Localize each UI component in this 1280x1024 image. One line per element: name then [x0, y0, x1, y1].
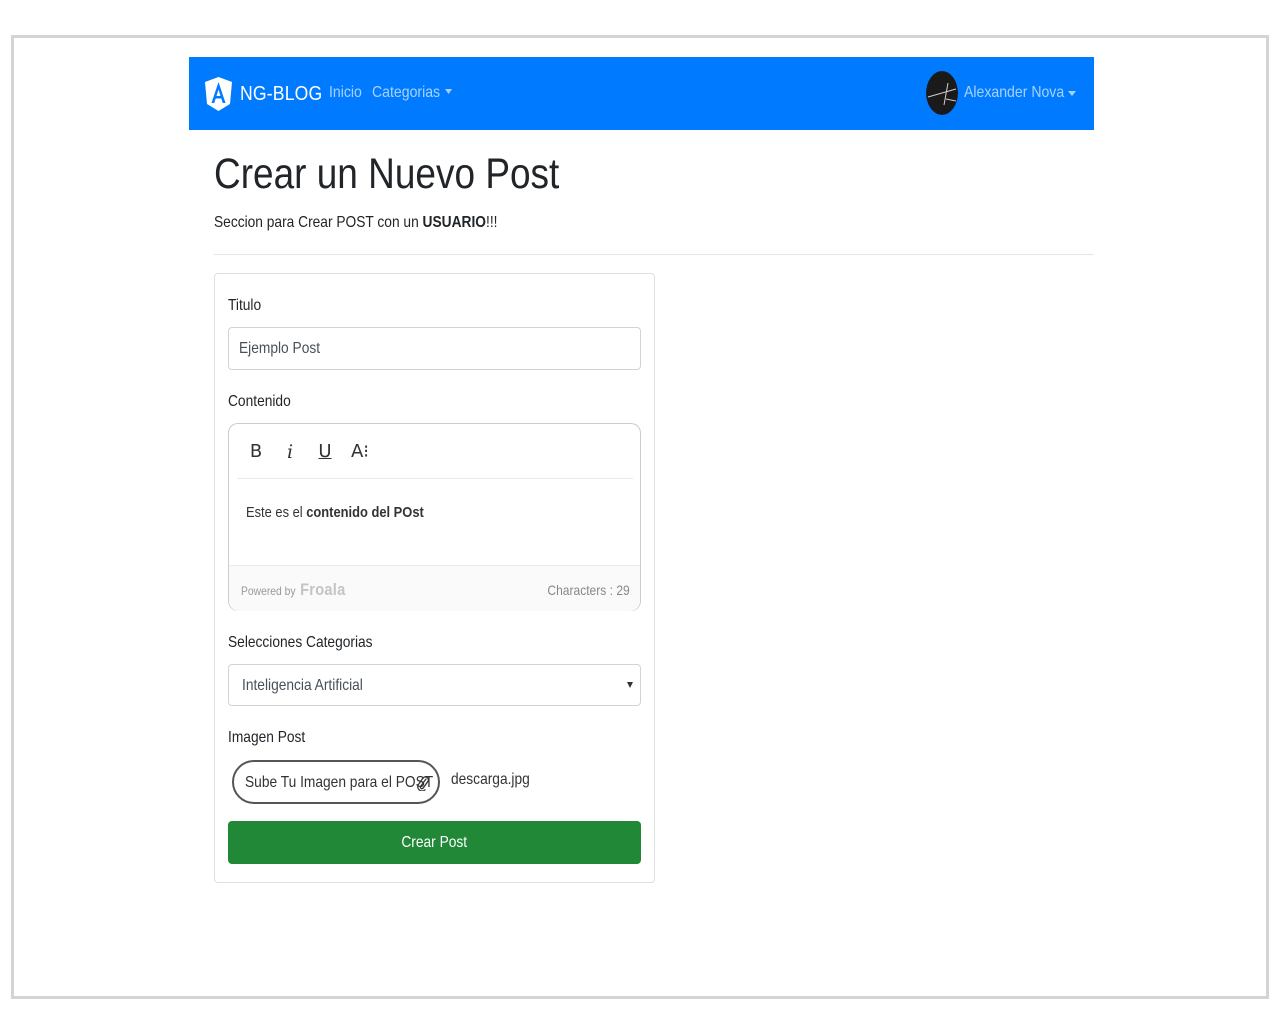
editor-toolbar: B i U A⁝	[237, 424, 633, 479]
chevron-down-icon	[1068, 90, 1076, 96]
nav-link-categorias[interactable]: Categorias	[372, 84, 453, 102]
create-post-button[interactable]: Crear Post	[228, 821, 641, 864]
powered-by-text: Powered by	[241, 584, 296, 598]
category-select-value: Inteligencia Artificial	[242, 677, 363, 694]
rich-text-editor: B i U A⁝ Este es el contenido del POst P…	[228, 423, 641, 611]
navbar: NG-BLOG Inicio Categorias Alexander Nova	[189, 57, 1094, 130]
title-input-value: Ejemplo Post	[239, 340, 321, 357]
title-input[interactable]: Ejemplo Post	[228, 327, 641, 370]
editor-content-prefix: Este es el	[246, 504, 307, 521]
paperclip-icon	[417, 776, 429, 791]
title-label: Titulo	[228, 297, 262, 314]
brand-link[interactable]: NG-BLOG	[205, 77, 334, 111]
editor-content-bold: contenido del POst	[306, 504, 424, 521]
character-count-text: Characters : 29	[547, 582, 630, 598]
subtitle-prefix: Seccion para Crear POST con un	[214, 214, 423, 231]
subtitle-bold: USUARIO	[422, 214, 487, 231]
upload-button-label: Sube Tu Imagen para el POST	[245, 774, 434, 791]
category-label: Selecciones Categorias	[228, 634, 373, 651]
brand-name: NG-BLOG	[240, 82, 323, 105]
character-count: Characters : 29	[534, 582, 630, 598]
user-name: Alexander Nova	[964, 84, 1065, 101]
upload-image-button[interactable]: Sube Tu Imagen para el POST	[232, 760, 440, 804]
create-post-label: Crear Post	[401, 834, 468, 851]
selected-file-name: descarga.jpg	[451, 771, 530, 788]
italic-button[interactable]: i	[278, 440, 302, 464]
subtitle-suffix: !!!	[486, 214, 498, 231]
user-menu[interactable]: Alexander Nova	[926, 71, 1076, 115]
underline-button[interactable]: U	[313, 440, 337, 464]
powered-by-link[interactable]: Powered by Froala	[241, 580, 346, 600]
bold-button[interactable]: B	[244, 440, 268, 464]
page-title: Crear un Nuevo Post	[214, 150, 560, 198]
editor-footer: Powered by Froala Characters : 29	[229, 565, 640, 611]
font-size-button[interactable]: A⁝	[348, 440, 372, 464]
divider	[214, 254, 1094, 255]
froala-logo: Froala	[300, 580, 346, 599]
avatar	[926, 71, 959, 115]
editor-content[interactable]: Este es el contenido del POst	[246, 504, 424, 521]
category-select[interactable]: Inteligencia Artificial	[228, 664, 641, 706]
nav-link-categorias-label: Categorias	[372, 84, 441, 101]
select-arrow-icon	[627, 682, 633, 688]
page-subtitle: Seccion para Crear POST con un USUARIO!!…	[214, 214, 497, 232]
nav-link-inicio[interactable]: Inicio	[329, 84, 362, 102]
image-label: Imagen Post	[228, 729, 306, 746]
chevron-down-icon	[445, 89, 453, 94]
angular-logo-icon	[205, 77, 232, 111]
content-label: Contenido	[228, 393, 291, 410]
